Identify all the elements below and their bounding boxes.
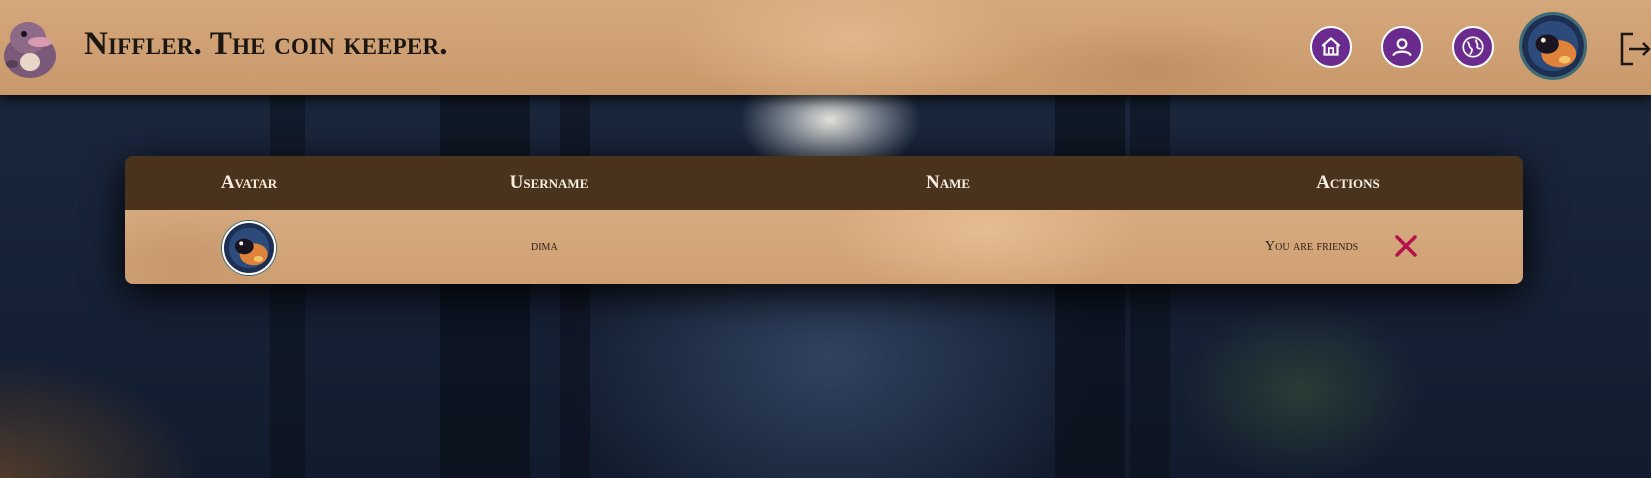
user-avatar[interactable] (1519, 12, 1587, 80)
friend-avatar (222, 221, 276, 275)
column-header-avatar: Avatar (220, 172, 278, 193)
globe-icon (1462, 36, 1484, 58)
app-title: Niffler. The coin keeper. (84, 26, 448, 62)
table-row: dima You are friends (125, 210, 1523, 284)
friend-username: dima (531, 239, 558, 254)
column-header-username: Username (509, 172, 589, 193)
profile-icon (1392, 38, 1412, 57)
column-header-name: Name (925, 172, 971, 193)
friends-button[interactable] (1452, 26, 1494, 68)
logout-button[interactable] (1619, 31, 1651, 67)
tree-trunk (1130, 95, 1170, 478)
tree-trunk (270, 95, 305, 478)
tree-trunk (440, 95, 530, 478)
home-icon (1321, 37, 1341, 56)
tree-trunk (1055, 95, 1125, 478)
profile-button[interactable] (1381, 26, 1423, 68)
table-header: Avatar Username Name Actions (125, 156, 1523, 210)
friends-table: Avatar Username Name Actions dima You ar… (125, 156, 1523, 284)
logout-icon (1620, 32, 1651, 66)
remove-friend-button[interactable] (1392, 232, 1420, 260)
tree-trunk (560, 95, 590, 478)
close-icon (1395, 235, 1417, 257)
column-header-actions: Actions (1316, 172, 1380, 193)
app-header: Niffler. The coin keeper. (0, 0, 1651, 95)
niffler-logo (0, 12, 62, 80)
friend-status: You are friends (1265, 239, 1359, 254)
home-button[interactable] (1310, 26, 1352, 68)
